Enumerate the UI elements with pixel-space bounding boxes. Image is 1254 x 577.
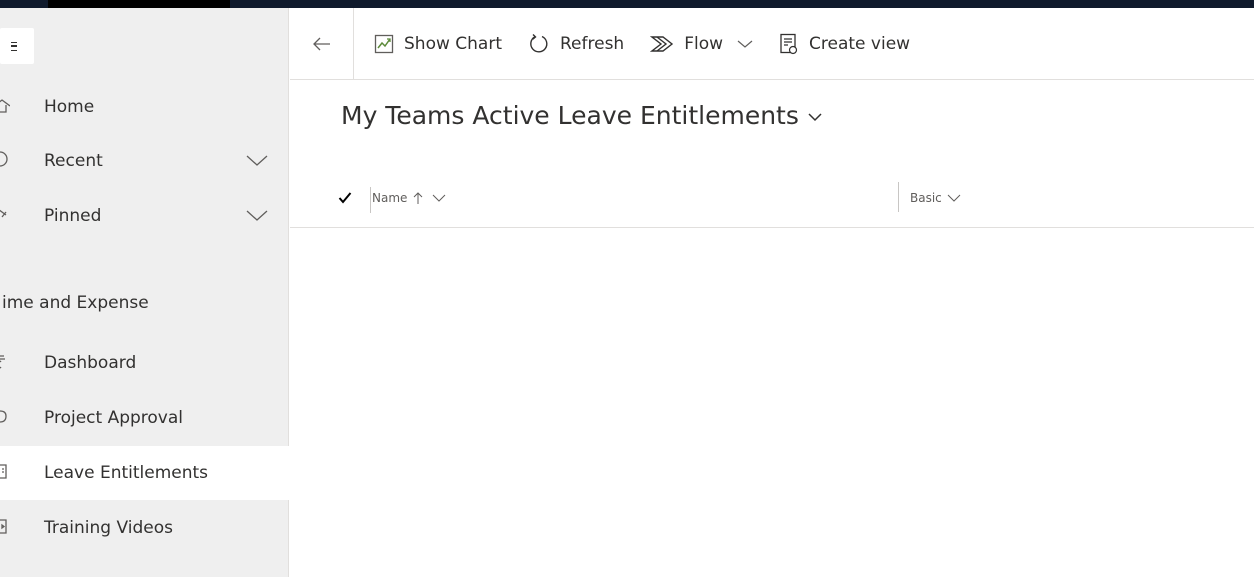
page-title: My Teams Active Leave Entitlements [341, 101, 799, 130]
sidebar-item-dashboard[interactable]: Dashboard [0, 336, 289, 390]
sidebar-item-pinned[interactable]: Pinned [0, 189, 289, 243]
refresh-label: Refresh [560, 33, 625, 54]
sidebar-item-label: Dashboard [44, 353, 137, 373]
chevron-down-icon [808, 113, 822, 122]
sidebar: Home Recent Pinned ime and Expense Dashb… [0, 8, 289, 577]
sidebar-item-label: Recent [44, 151, 103, 171]
flow-label: Flow [684, 33, 724, 54]
show-chart-label: Show Chart [404, 33, 502, 54]
pin-icon [0, 206, 10, 226]
section-title: ime and Expense [2, 293, 149, 313]
command-bar: Show Chart Refresh Flow Create view [290, 7, 1254, 80]
hamburger-menu-button[interactable] [0, 28, 34, 64]
leave-entitlements-icon [0, 463, 10, 483]
sidebar-item-label: Project Approval [44, 408, 183, 428]
sidebar-item-leave-entitlements[interactable]: Leave Entitlements [0, 446, 289, 500]
view-selector[interactable]: My Teams Active Leave Entitlements [341, 101, 823, 130]
sidebar-item-label: Leave Entitlements [44, 463, 209, 483]
home-icon [0, 97, 10, 117]
back-button[interactable] [290, 7, 354, 80]
sidebar-item-home[interactable]: Home [0, 80, 289, 134]
column-divider [370, 187, 371, 213]
create-view-icon [780, 33, 798, 54]
sidebar-item-label: Pinned [44, 206, 102, 226]
show-chart-button[interactable]: Show Chart [364, 24, 512, 64]
column-header-label: Basic [910, 191, 942, 205]
column-header-label: Name [372, 191, 408, 205]
top-strip [0, 0, 1254, 8]
flow-button[interactable]: Flow [640, 24, 763, 64]
create-view-label: Create view [809, 33, 911, 54]
flow-icon [650, 35, 674, 52]
training-videos-icon [0, 518, 10, 538]
chart-icon [374, 34, 394, 53]
column-divider [898, 182, 899, 212]
chevron-down-icon[interactable] [245, 208, 269, 224]
recent-icon [0, 151, 10, 171]
chevron-down-icon[interactable] [245, 153, 269, 169]
refresh-icon [530, 33, 548, 52]
dashboard-icon [0, 353, 10, 373]
column-header-basic[interactable]: Basic [910, 191, 962, 205]
select-all-checkmark-icon[interactable] [338, 191, 352, 205]
top-strip-notch [48, 0, 230, 8]
sidebar-item-label: Home [44, 97, 95, 117]
chevron-down-icon [433, 194, 446, 202]
column-header-name[interactable]: Name [372, 191, 447, 205]
sidebar-item-training-videos[interactable]: Training Videos [0, 501, 289, 555]
create-view-button[interactable]: Create view [769, 24, 920, 64]
sidebar-item-recent[interactable]: Recent [0, 134, 289, 188]
sort-ascending-icon [414, 192, 423, 204]
sidebar-item-label: Training Videos [44, 518, 173, 538]
hamburger-icon [11, 41, 17, 51]
project-approval-icon [0, 408, 10, 428]
back-arrow-icon [312, 37, 330, 50]
refresh-button[interactable]: Refresh [518, 24, 634, 64]
chevron-down-icon [947, 194, 961, 202]
grid-header: Name Basic [290, 172, 1254, 228]
chevron-down-icon [737, 40, 753, 48]
sidebar-item-project-approval[interactable]: Project Approval [0, 391, 289, 445]
